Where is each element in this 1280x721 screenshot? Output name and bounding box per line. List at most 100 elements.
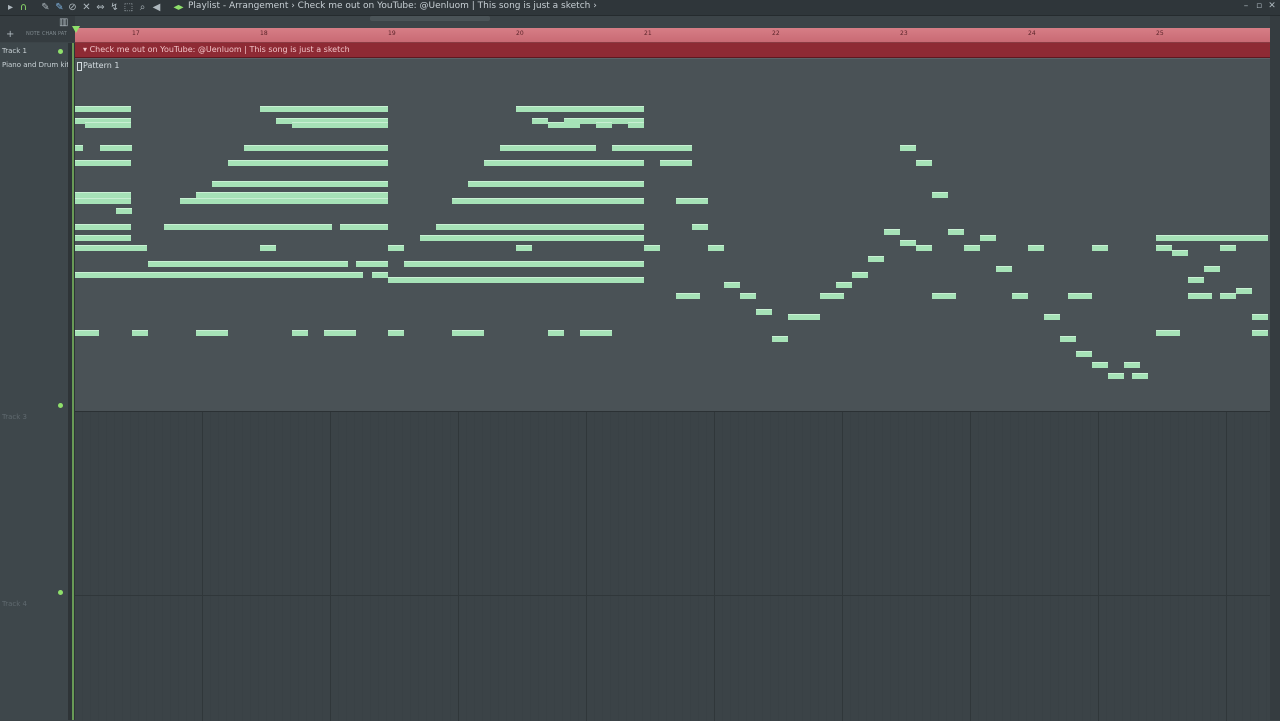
note-block <box>1012 293 1028 299</box>
note-block <box>1204 266 1220 272</box>
note-block <box>436 224 644 230</box>
note-block <box>932 293 956 299</box>
note-block <box>75 198 131 204</box>
close-icon[interactable]: ✕ <box>1266 1 1278 11</box>
zoom-icon[interactable]: ⌕ <box>137 2 148 13</box>
slip-icon[interactable]: ⇔ <box>95 2 106 13</box>
slice-icon[interactable]: ↯ <box>109 2 120 13</box>
track-mute-dot[interactable] <box>58 590 63 595</box>
note-block <box>484 160 644 166</box>
tab-chan[interactable]: CHAN <box>42 31 56 37</box>
track-mute-dot[interactable] <box>58 49 63 54</box>
note-block <box>75 224 131 230</box>
note-block <box>1236 288 1252 294</box>
track-mute-dot[interactable] <box>58 403 63 408</box>
playhead-line <box>72 43 74 720</box>
restore-icon[interactable]: ▫ <box>1253 1 1265 11</box>
note-block <box>1060 336 1076 342</box>
bar-number: 23 <box>900 30 908 37</box>
select-icon[interactable]: ⬚ <box>123 2 134 13</box>
note-block <box>996 266 1012 272</box>
tab-note[interactable]: NOTE <box>26 31 40 37</box>
note-block <box>260 106 388 112</box>
note-block <box>660 160 692 166</box>
bar-number: 21 <box>644 30 652 37</box>
note-block <box>75 235 131 241</box>
note-block <box>868 256 884 262</box>
pattern-grip-icon[interactable] <box>77 62 82 71</box>
note-block <box>164 224 332 230</box>
note-block <box>1188 277 1204 283</box>
note-block <box>916 160 932 166</box>
note-block <box>85 122 131 128</box>
note-block <box>500 145 596 151</box>
note-block <box>1172 250 1188 256</box>
bar-number: 18 <box>260 30 268 37</box>
note-block <box>516 106 644 112</box>
delete-icon[interactable]: ⊘ <box>67 2 78 13</box>
note-block <box>388 330 404 336</box>
piano-icon[interactable]: ▥ <box>59 17 68 28</box>
note-block <box>356 261 388 267</box>
note-block <box>244 145 388 151</box>
note-block <box>75 330 99 336</box>
note-block <box>75 272 363 278</box>
note-block <box>820 293 844 299</box>
arrow-icon[interactable]: ▸ <box>5 2 16 13</box>
note-block <box>916 245 932 251</box>
note-block <box>180 198 388 204</box>
note-block <box>788 314 804 320</box>
note-block <box>1252 314 1268 320</box>
track-label[interactable]: Track 3 <box>2 413 27 421</box>
timeline-ruler[interactable]: 17 18 19 20 21 22 23 24 25 <box>75 28 1270 43</box>
track-label[interactable]: Piano and Drum kit <box>2 61 69 69</box>
note-block <box>340 224 388 230</box>
track-headers: Track 1 Piano and Drum kit Track 3 Track… <box>0 43 69 720</box>
note-block <box>532 118 548 124</box>
brush-icon[interactable]: ✎ <box>54 2 65 13</box>
track-label[interactable]: Track 1 <box>2 47 27 55</box>
note-block <box>212 181 388 187</box>
marker-text: ▾ Check me out on YouTube: @Uenluom | Th… <box>83 45 350 54</box>
add-track-button[interactable]: + <box>6 29 14 40</box>
playback-icon[interactable]: ◀ <box>151 2 162 13</box>
note-block <box>1068 293 1092 299</box>
pencil-icon[interactable]: ✎ <box>40 2 51 13</box>
note-block <box>1252 330 1268 336</box>
track-label[interactable]: Track 4 <box>2 600 27 608</box>
note-block <box>884 229 900 235</box>
note-block <box>452 198 644 204</box>
note-block <box>836 282 852 288</box>
note-block <box>1044 314 1060 320</box>
horizontal-scrollbar[interactable] <box>370 16 490 21</box>
minimize-icon[interactable]: – <box>1240 1 1252 11</box>
note-block <box>692 224 708 230</box>
note-block <box>1108 373 1124 379</box>
mute-icon[interactable]: ✕ <box>81 2 92 13</box>
magnet-icon[interactable]: ∩ <box>18 2 29 13</box>
tab-pat[interactable]: PAT <box>58 31 67 37</box>
marker-clip[interactable]: ▾ Check me out on YouTube: @Uenluom | Th… <box>75 43 1270 58</box>
note-block <box>1132 373 1148 379</box>
note-block <box>676 198 708 204</box>
note-block <box>708 245 724 251</box>
note-block <box>388 277 644 283</box>
note-block <box>75 145 83 151</box>
note-block <box>516 245 532 251</box>
playhead-marker[interactable] <box>72 26 80 33</box>
empty-track-grid[interactable] <box>75 411 1270 721</box>
note-block <box>596 122 612 128</box>
play-icon[interactable]: ◂▸ <box>173 2 184 13</box>
note-block <box>1124 362 1140 368</box>
note-block <box>1092 362 1108 368</box>
bar-number: 19 <box>388 30 396 37</box>
note-block <box>404 261 644 267</box>
marker-label: Check me out on YouTube: @Uenluom | This… <box>89 45 350 54</box>
note-block <box>548 330 564 336</box>
pattern-clip[interactable]: Pattern 1 <box>75 58 1270 411</box>
note-block <box>468 181 644 187</box>
note-block <box>1220 293 1236 299</box>
note-block <box>75 245 147 251</box>
vertical-scrollbar[interactable] <box>1270 16 1280 720</box>
note-block <box>1220 245 1236 251</box>
